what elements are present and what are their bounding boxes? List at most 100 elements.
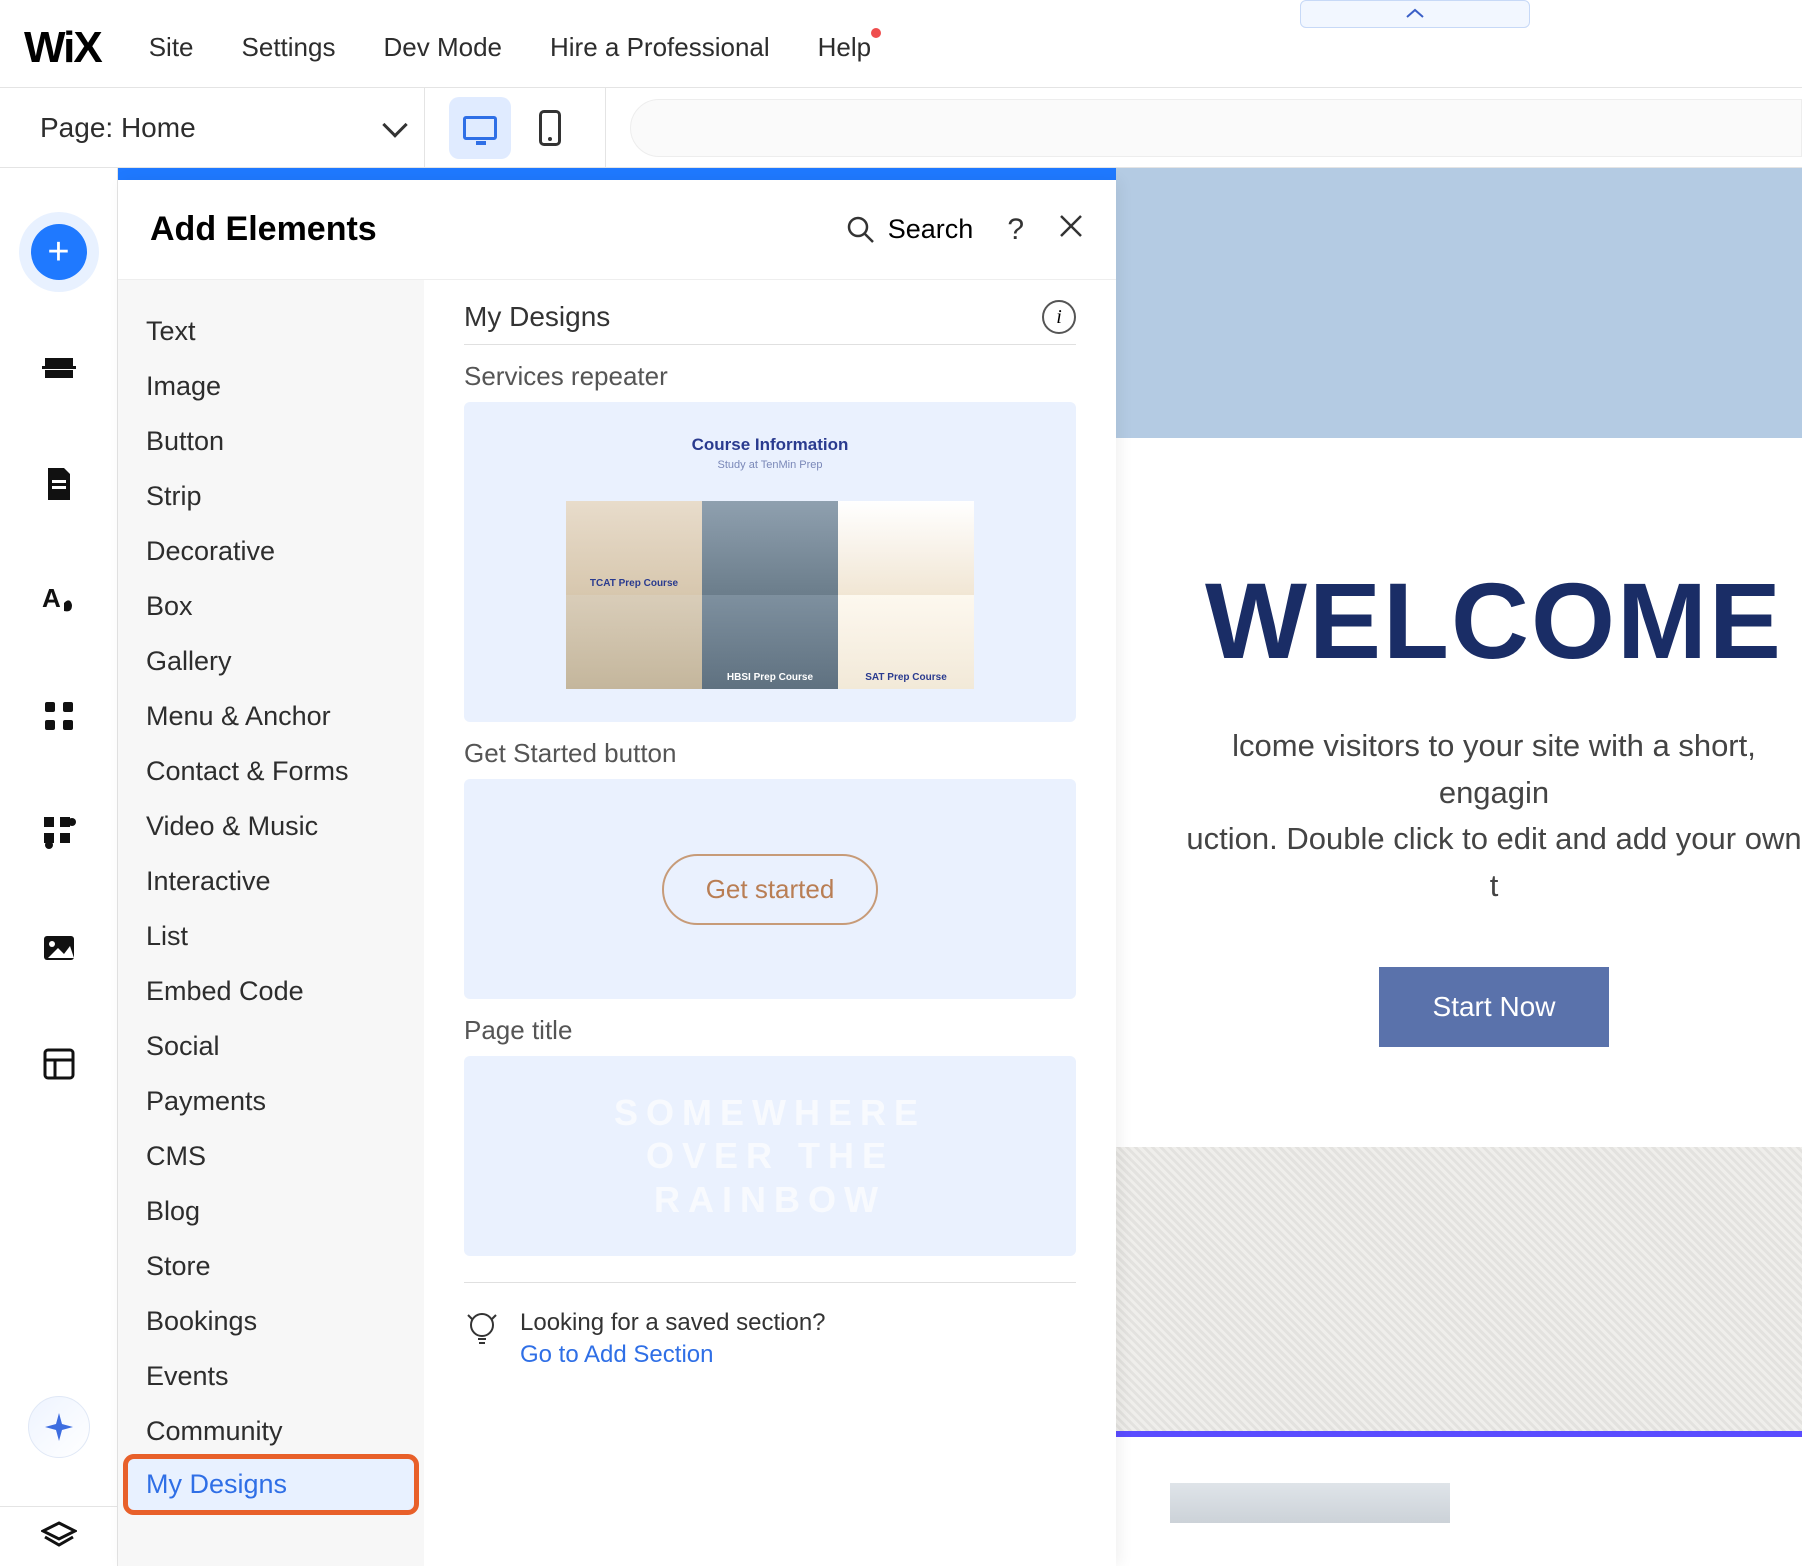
info-button[interactable]: i	[1042, 300, 1076, 334]
info-icon: i	[1056, 306, 1062, 329]
cat-contact-forms[interactable]: Contact & Forms	[118, 744, 424, 799]
cat-community[interactable]: Community	[118, 1404, 424, 1459]
cat-box[interactable]: Box	[118, 579, 424, 634]
puzzle-icon	[42, 815, 76, 849]
cms-table-icon	[43, 1048, 75, 1080]
sections-icon	[42, 355, 76, 381]
canvas-hero: WELCOME lcome visitors to your site with…	[1116, 438, 1802, 1047]
category-list: Text Image Button Strip Decorative Box G…	[118, 280, 424, 1566]
section-label-getstarted: Get Started button	[464, 738, 1076, 769]
cat-menu-anchor[interactable]: Menu & Anchor	[118, 689, 424, 744]
preview-title-line2: OVER THE	[646, 1134, 894, 1177]
cat-button[interactable]: Button	[118, 414, 424, 469]
menu-site[interactable]: Site	[149, 32, 194, 63]
rail-media-button[interactable]	[31, 920, 87, 976]
preview-get-started[interactable]: Get started	[464, 779, 1076, 999]
preview-title-line3: RAINBOW	[654, 1178, 886, 1221]
add-elements-button[interactable]: +	[31, 224, 87, 280]
cat-blog[interactable]: Blog	[118, 1184, 424, 1239]
media-icon	[42, 934, 76, 962]
menu-help[interactable]: Help	[818, 32, 871, 63]
panel-close-button[interactable]	[1058, 213, 1084, 247]
cat-list[interactable]: List	[118, 909, 424, 964]
menu-settings[interactable]: Settings	[242, 32, 336, 63]
detail-title: My Designs	[464, 301, 610, 333]
panel-actions: Search ?	[846, 213, 1084, 247]
desktop-view-button[interactable]	[449, 97, 511, 159]
editor-canvas[interactable]: WELCOME lcome visitors to your site with…	[1116, 168, 1802, 1566]
hint-row: Looking for a saved section? Go to Add S…	[464, 1309, 1076, 1369]
cat-video-music[interactable]: Video & Music	[118, 799, 424, 854]
left-rail: + A	[0, 168, 118, 1566]
cat-interactive[interactable]: Interactive	[118, 854, 424, 909]
sparkle-icon	[43, 1411, 75, 1443]
section-label-services: Services repeater	[464, 361, 1076, 392]
cat-payments[interactable]: Payments	[118, 1074, 424, 1129]
cat-decorative[interactable]: Decorative	[118, 524, 424, 579]
cat-embed-code[interactable]: Embed Code	[118, 964, 424, 1019]
design-icon: A	[42, 583, 76, 617]
cat-strip[interactable]: Strip	[118, 469, 424, 524]
page-icon	[44, 466, 74, 502]
canvas-small-image[interactable]	[1170, 1483, 1450, 1523]
hint-link[interactable]: Go to Add Section	[520, 1341, 826, 1369]
top-search-field[interactable]	[630, 99, 1802, 157]
menu-devmode[interactable]: Dev Mode	[383, 32, 502, 63]
panel-header: Add Elements Search ?	[118, 180, 1116, 280]
rail-addons-button[interactable]	[31, 804, 87, 860]
top-nav: WiX Site Settings Dev Mode Hire a Profes…	[0, 8, 1802, 88]
preview-course-sub: Study at TenMin Prep	[718, 459, 823, 471]
canvas-hero-text[interactable]: lcome visitors to your site with a short…	[1186, 723, 1802, 909]
detail-title-row: My Designs i	[464, 300, 1076, 345]
rail-layers-button[interactable]	[0, 1506, 118, 1562]
preview-tile	[702, 501, 838, 595]
preview-services-repeater[interactable]: Course Information Study at TenMin Prep …	[464, 402, 1076, 722]
panel-accent-bar	[118, 168, 1116, 180]
cat-bookings[interactable]: Bookings	[118, 1294, 424, 1349]
device-switcher	[425, 88, 606, 167]
menu-hirepro[interactable]: Hire a Professional	[550, 32, 770, 63]
close-icon	[1058, 213, 1084, 239]
cat-gallery[interactable]: Gallery	[118, 634, 424, 689]
canvas-sand-section[interactable]	[1116, 1147, 1802, 1437]
preview-tile: SAT Prep Course	[838, 595, 974, 689]
search-icon	[846, 215, 876, 245]
detail-divider	[464, 1282, 1076, 1283]
preview-get-started-button: Get started	[662, 854, 879, 925]
menu-help-label: Help	[818, 32, 871, 62]
wix-logo[interactable]: WiX	[24, 23, 101, 73]
panel-help-button[interactable]: ?	[1007, 213, 1024, 247]
rail-cms-button[interactable]	[31, 1036, 87, 1092]
cat-store[interactable]: Store	[118, 1239, 424, 1294]
rail-apps-button[interactable]	[31, 688, 87, 744]
rail-design-button[interactable]: A	[31, 572, 87, 628]
layers-icon	[41, 1521, 77, 1549]
preview-tile: HBSI Prep Course	[702, 595, 838, 689]
notification-dot-icon	[871, 28, 881, 38]
mobile-view-button[interactable]	[519, 97, 581, 159]
add-elements-panel: Add Elements Search ? Text Image Button …	[118, 180, 1116, 1566]
lightbulb-icon	[464, 1309, 500, 1354]
panel-search-button[interactable]: Search	[846, 214, 974, 245]
canvas-hero-title[interactable]: WELCOME	[1186, 558, 1802, 683]
rail-pages-button[interactable]	[31, 456, 87, 512]
cat-cms[interactable]: CMS	[118, 1129, 424, 1184]
cat-image[interactable]: Image	[118, 359, 424, 414]
cat-text[interactable]: Text	[118, 304, 424, 359]
detail-pane: My Designs i Services repeater Course In…	[424, 280, 1116, 1566]
chevron-down-icon	[382, 112, 407, 137]
preview-tile	[838, 501, 974, 595]
mobile-icon	[539, 110, 561, 146]
panel-title: Add Elements	[150, 210, 377, 249]
preview-page-title[interactable]: SOMEWHERE OVER THE RAINBOW	[464, 1056, 1076, 1256]
hint-question: Looking for a saved section?	[520, 1309, 826, 1337]
canvas-start-button[interactable]: Start Now	[1379, 967, 1610, 1047]
ai-assistant-button[interactable]	[28, 1396, 90, 1458]
page-selector[interactable]: Page: Home	[0, 88, 425, 167]
preview-title-line1: SOMEWHERE	[614, 1091, 926, 1134]
rail-sections-button[interactable]	[31, 340, 87, 396]
cat-social[interactable]: Social	[118, 1019, 424, 1074]
cat-events[interactable]: Events	[118, 1349, 424, 1404]
cat-my-designs[interactable]: My Designs	[128, 1459, 414, 1510]
preview-tile: TCAT Prep Course	[566, 501, 702, 595]
